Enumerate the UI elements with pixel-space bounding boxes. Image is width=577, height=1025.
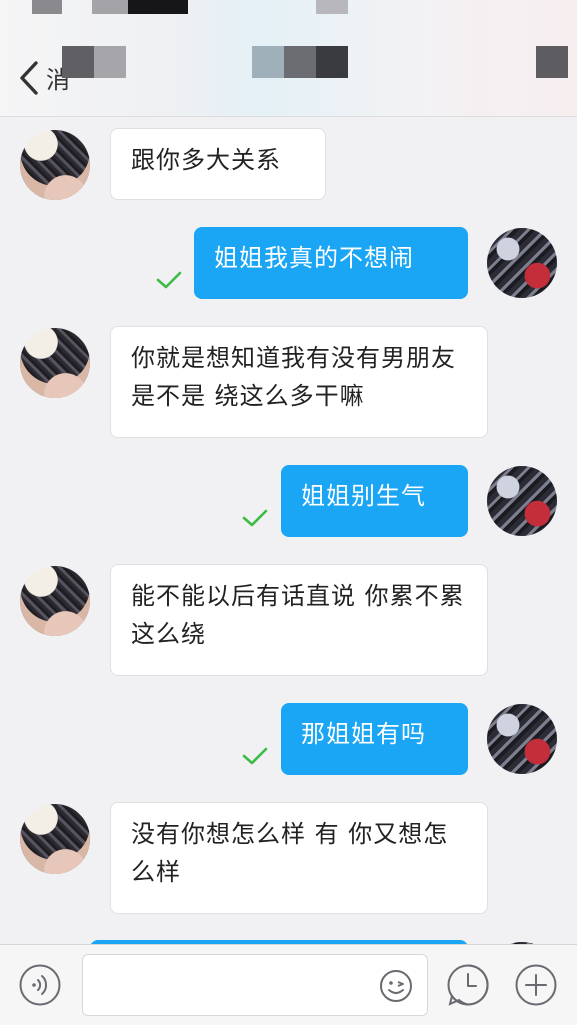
message-text: 你就是想知道我有没有男朋友是不是 绕这么多干嘛 [131, 344, 456, 410]
sent-message[interactable]: 姐姐别生气 [281, 465, 468, 537]
add-button[interactable] [514, 963, 558, 1007]
pixelated-status-block [32, 0, 62, 14]
pixelated-status-block [316, 0, 348, 14]
message-text: 能不能以后有话直说 你累不累这么绕 [131, 582, 465, 648]
read-check-icon [156, 271, 182, 289]
history-button[interactable] [446, 963, 490, 1007]
message-text: 姐姐别生气 [301, 482, 426, 510]
input-bar [0, 944, 577, 1025]
pixelated-title-block [284, 46, 316, 78]
contact-avatar[interactable] [20, 804, 90, 874]
contact-avatar[interactable] [20, 130, 90, 200]
title-bar: 消 [0, 0, 577, 117]
chevron-left-icon [20, 61, 38, 95]
sent-message[interactable]: 那姐姐有吗 [281, 703, 468, 775]
message-text: 没有你想怎么样 有 你又想怎么样 [131, 820, 449, 886]
contact-avatar[interactable] [20, 328, 90, 398]
pixelated-title-block [252, 46, 284, 78]
my-avatar[interactable] [487, 704, 557, 774]
message-text: 跟你多大关系 [131, 146, 281, 174]
pixelated-status-block [92, 0, 128, 14]
my-avatar[interactable] [487, 228, 557, 298]
message-input-box[interactable] [82, 954, 428, 1016]
voice-button[interactable] [18, 963, 62, 1007]
pixelated-status-block [128, 0, 188, 14]
sent-message[interactable]: 姐姐我真的不想闹 [194, 227, 468, 299]
plus-icon [515, 964, 557, 1006]
contact-avatar[interactable] [20, 566, 90, 636]
voice-icon [19, 964, 61, 1006]
received-message[interactable]: 跟你多大关系 [110, 128, 326, 200]
received-message[interactable]: 你就是想知道我有没有男朋友是不是 绕这么多干嘛 [110, 326, 488, 438]
message-text: 姐姐我真的不想闹 [214, 244, 414, 272]
read-check-icon [242, 747, 268, 765]
message-text: 那姐姐有吗 [301, 720, 426, 748]
clock-icon [447, 964, 489, 1006]
pixelated-title-block [62, 46, 94, 78]
read-check-icon [242, 509, 268, 527]
received-message[interactable]: 没有你想怎么样 有 你又想怎么样 [110, 802, 488, 914]
pixelated-title-block [316, 46, 348, 78]
message-input[interactable] [83, 955, 387, 1013]
message-list[interactable]: 跟你多大关系 姐姐我真的不想闹 你就是想知道我有没有男朋友是不是 绕这么多干嘛 … [0, 116, 577, 944]
pixelated-title-block [536, 46, 568, 78]
emoji-button[interactable] [379, 969, 413, 1003]
my-avatar[interactable] [487, 466, 557, 536]
pixelated-title-block [94, 46, 126, 78]
emoji-icon [380, 970, 412, 1002]
received-message[interactable]: 能不能以后有话直说 你累不累这么绕 [110, 564, 488, 676]
